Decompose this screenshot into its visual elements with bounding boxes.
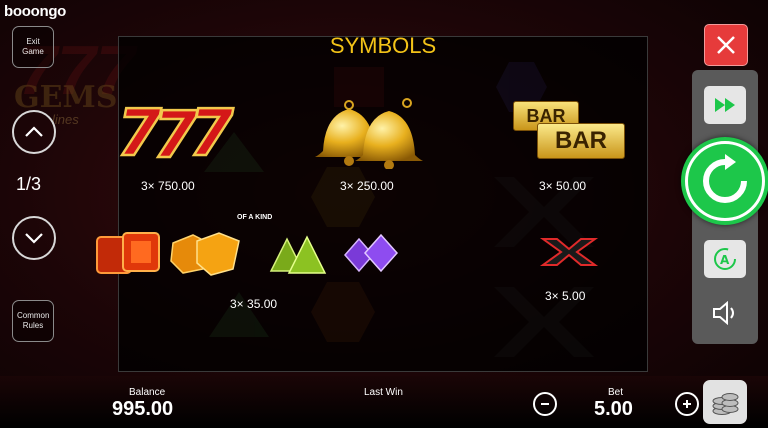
coins-icon <box>712 393 739 415</box>
spin-arrow-icon <box>703 154 747 203</box>
sound-button[interactable] <box>708 296 742 330</box>
gems-payout: 3× 35.00 <box>230 297 278 311</box>
bells-symbol-icon <box>315 98 423 169</box>
bells-payout: 3× 250.00 <box>340 179 394 193</box>
chevron-up-icon <box>25 126 43 137</box>
x-symbol-icon <box>539 238 599 266</box>
bet-settings-button[interactable] <box>703 380 747 424</box>
page-down-button[interactable] <box>12 216 56 260</box>
turbo-button[interactable] <box>704 86 746 124</box>
balance-value: 995.00 <box>112 398 174 420</box>
close-button[interactable] <box>704 24 748 66</box>
paytable-panel: SYMBOLS 7 7 7 3× 750.00 3× 250.00 BAR BA… <box>96 33 648 372</box>
svg-text:A: A <box>720 253 730 267</box>
svg-text:7: 7 <box>189 97 234 163</box>
bar-text-bottom: BAR <box>555 127 607 154</box>
balance-label: Balance <box>129 387 166 398</box>
increase-bet-button[interactable] <box>675 392 699 416</box>
common-rules-label: Common Rules <box>17 311 50 330</box>
booongo-logo: booongo <box>4 3 67 20</box>
bet-value: 5.00 <box>594 398 633 420</box>
gems-symbol-row <box>96 232 399 276</box>
decrease-bet-button[interactable] <box>533 392 557 416</box>
sevens-symbol-icon: 7 7 7 <box>116 96 236 163</box>
minus-icon <box>541 403 549 405</box>
red-gem-icon <box>96 232 160 274</box>
speaker-icon <box>713 301 734 325</box>
autoplay-icon: A <box>714 248 736 270</box>
last-win-label: Last Win <box>364 387 403 398</box>
plus-icon <box>683 400 691 408</box>
close-icon <box>717 36 735 54</box>
x-payout: 3× 5.00 <box>545 289 586 303</box>
background-symbols-decoration <box>204 62 594 357</box>
exit-game-button[interactable]: Exit Game <box>12 26 54 68</box>
exit-game-label: Exit Game <box>22 37 44 56</box>
autoplay-button[interactable]: A <box>704 240 746 278</box>
common-rules-button[interactable]: Common Rules <box>12 300 54 342</box>
purple-gem-icon <box>344 233 399 273</box>
page-up-button[interactable] <box>12 110 56 154</box>
orange-gem-icon <box>170 232 240 276</box>
of-a-kind-label: OF A KIND <box>237 214 273 221</box>
background-game-subtitle: lines <box>52 112 79 127</box>
sevens-payout: 3× 750.00 <box>141 179 195 193</box>
page-indicator: 1/3 <box>16 174 42 194</box>
bar-symbol-bottom: BAR <box>537 123 625 159</box>
bar-payout: 3× 50.00 <box>539 179 587 193</box>
chevron-down-icon <box>25 233 43 244</box>
green-gem-icon <box>269 235 327 274</box>
bet-label: Bet <box>608 387 624 398</box>
fast-forward-icon <box>715 98 735 112</box>
spin-button[interactable] <box>681 137 768 225</box>
